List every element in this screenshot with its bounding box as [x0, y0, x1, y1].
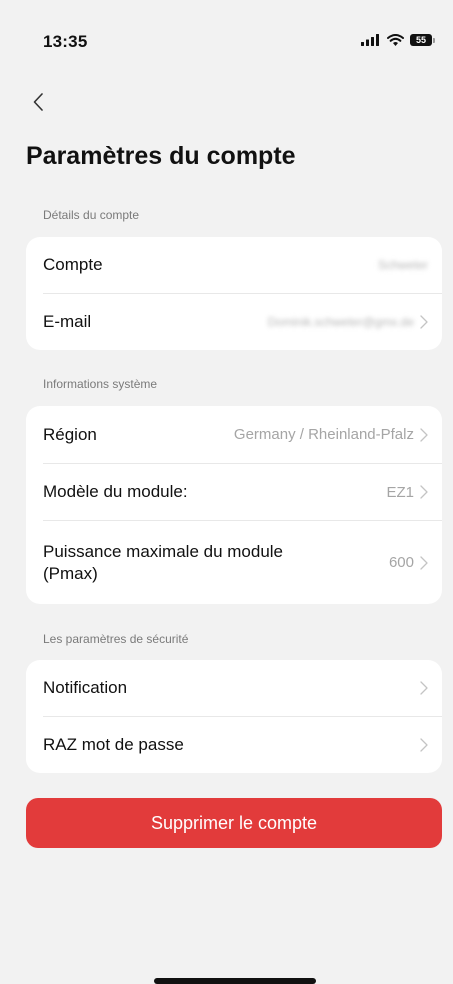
section-label-security: Les paramètres de sécurité	[43, 632, 189, 646]
system-card: Région Germany / Rheinland-Pfalz Modèle …	[26, 406, 442, 604]
row-email-value: Dominik.schweter@gmx.de	[268, 315, 428, 329]
row-email[interactable]: E-mail Dominik.schweter@gmx.de	[26, 294, 442, 350]
home-indicator	[154, 978, 316, 984]
battery-icon: 55	[410, 34, 435, 46]
row-account-value: Schweter	[378, 258, 428, 272]
back-button[interactable]	[26, 90, 50, 114]
row-module-model-value: EZ1	[386, 484, 428, 501]
pmax-value: 600	[388, 554, 414, 571]
account-card: Compte Schweter E-mail Dominik.schweter@…	[26, 237, 442, 350]
section-label-account: Détails du compte	[43, 208, 140, 222]
row-account[interactable]: Compte Schweter	[26, 237, 442, 293]
row-region-value: Germany / Rheinland-Pfalz	[234, 426, 428, 443]
chevron-right-icon	[420, 681, 428, 695]
chevron-right-icon	[420, 485, 428, 499]
row-reset-password[interactable]: RAZ mot de passe	[26, 717, 442, 773]
status-icons: 55	[361, 30, 435, 50]
chevron-right-icon	[420, 315, 428, 329]
security-card: Notification RAZ mot de passe	[26, 660, 442, 773]
row-email-label: E-mail	[43, 312, 92, 331]
row-region-label: Région	[43, 424, 97, 444]
status-time: 13:35	[43, 32, 88, 51]
row-pmax-value: 600	[389, 554, 428, 571]
row-reset-password-label: RAZ mot de passe	[43, 735, 184, 754]
region-value: Germany / Rheinland-Pfalz	[233, 426, 414, 443]
row-region[interactable]: Région Germany / Rheinland-Pfalz	[26, 406, 442, 463]
wifi-icon	[387, 34, 404, 46]
account-name-value: Schweter	[377, 258, 428, 272]
page-title: Paramètres du compte	[26, 142, 296, 170]
row-pmax[interactable]: Puissance maximale du module (Pmax) 600	[26, 521, 442, 604]
row-notification-label: Notification	[43, 678, 128, 697]
row-module-model-label: Modèle du module:	[43, 482, 188, 501]
row-pmax-label: Puissance maximale du module (Pmax)	[43, 541, 284, 583]
status-bar: 13:35 55	[0, 0, 453, 80]
section-label-system: Informations système	[43, 377, 158, 391]
row-notification[interactable]: Notification	[26, 660, 442, 716]
row-reset-password-value	[420, 738, 428, 752]
row-module-model[interactable]: Modèle du module: EZ1	[26, 464, 442, 520]
chevron-right-icon	[420, 738, 428, 752]
battery-level: 55	[415, 35, 426, 45]
module-model-value: EZ1	[386, 483, 414, 501]
email-value: Dominik.schweter@gmx.de	[267, 315, 414, 329]
chevron-left-icon	[33, 93, 43, 111]
row-account-label: Compte	[43, 255, 103, 274]
delete-account-button[interactable]: Supprimer le compte	[26, 798, 442, 848]
chevron-right-icon	[420, 427, 428, 442]
row-notification-value	[420, 681, 428, 695]
cellular-signal-icon	[361, 34, 379, 46]
chevron-right-icon	[420, 555, 428, 570]
